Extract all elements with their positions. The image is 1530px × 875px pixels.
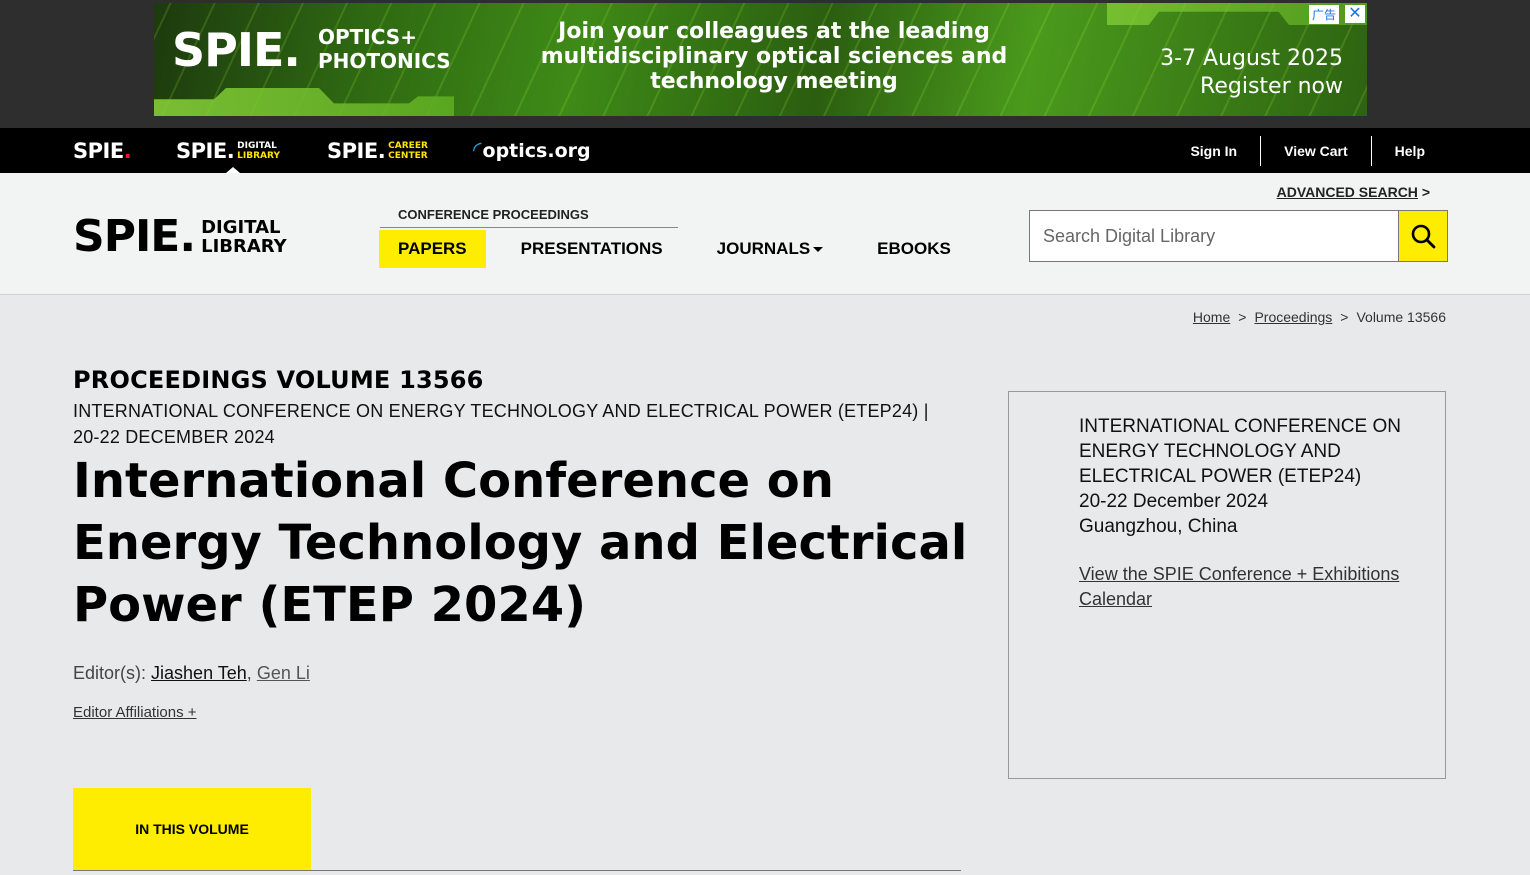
editors-label: Editor(s): — [73, 663, 147, 683]
breadcrumb-current: Volume 13566 — [1356, 309, 1446, 325]
page-title: International Conference on Energy Techn… — [73, 453, 968, 633]
ad-close-icon[interactable]: ✕ — [1345, 5, 1365, 23]
ad-cta: Register now — [1200, 74, 1343, 99]
ad-message: Join your colleagues at the leading mult… — [534, 19, 1014, 94]
caret-down-icon — [813, 247, 824, 253]
conference-name: INTERNATIONAL CONFERENCE ON ENERGY TECHN… — [1079, 416, 1401, 487]
conference-info-card: INTERNATIONAL CONFERENCE ON ENERGY TECHN… — [1008, 391, 1446, 779]
view-cart-link[interactable]: View Cart — [1260, 135, 1371, 166]
help-link[interactable]: Help — [1370, 135, 1448, 166]
digital-library-logo[interactable]: SPIE. DIGITAL LIBRARY — [73, 215, 287, 259]
breadcrumb: Home > Proceedings > Volume 13566 — [1192, 309, 1446, 325]
brand-optics-org[interactable]: ◜ optics.org — [473, 128, 591, 173]
ad-logo-sub: OPTICS+ PHOTONICS — [318, 25, 451, 73]
search-form — [1029, 210, 1448, 262]
ad-message-line: multidisciplinary optical sciences and — [540, 44, 1008, 69]
advanced-search-link[interactable]: ADVANCED SEARCH > — [1277, 184, 1430, 200]
conference-info: INTERNATIONAL CONFERENCE ON ENERGY TECHN… — [1079, 414, 1419, 539]
search-input[interactable] — [1029, 210, 1398, 262]
search-icon — [1411, 224, 1436, 249]
brand-word: SPIE. — [327, 138, 386, 163]
nav-ebooks[interactable]: EBOOKS — [858, 230, 970, 268]
nav-journals[interactable]: JOURNALS — [698, 230, 843, 268]
top-links: Sign In View Cart Help — [1167, 128, 1448, 173]
brand-digital-library[interactable]: SPIE. DIGITAL LIBRARY — [176, 128, 290, 173]
signal-arc-icon: ◜ — [473, 138, 482, 163]
conference-location: Guangzhou, China — [1079, 516, 1238, 537]
search-button[interactable] — [1398, 210, 1448, 262]
nav-papers[interactable]: PAPERS — [379, 230, 486, 268]
optics-logo: ◜ optics.org — [473, 138, 591, 163]
tab-in-this-volume[interactable]: IN THIS VOLUME — [73, 788, 311, 870]
ad-banner[interactable]: SPIE. OPTICS+ PHOTONICS Join your collea… — [154, 3, 1367, 116]
editor-link[interactable]: Jiashen Teh — [151, 663, 247, 683]
top-bar: SPIE. SPIE. DIGITAL LIBRARY SPIE. CAREER… — [0, 128, 1530, 173]
brand-spie-word: SPIE. — [73, 138, 132, 163]
conference-proceedings-label: CONFERENCE PROCEEDINGS — [380, 207, 678, 228]
breadcrumb-proceedings[interactable]: Proceedings — [1254, 309, 1332, 325]
calendar-link[interactable]: View the SPIE Conference + Exhibitions C… — [1079, 562, 1419, 612]
conference-dates: 20-22 December 2024 — [1079, 491, 1269, 512]
conference-subtitle: INTERNATIONAL CONFERENCE ON ENERGY TECHN… — [73, 401, 929, 447]
ad-badge[interactable]: 广告 — [1308, 5, 1339, 24]
ad-logo: SPIE. — [172, 23, 301, 77]
editors: Editor(s): Jiashen Teh, Gen Li — [73, 663, 310, 683]
brand-sub: CAREER CENTER — [388, 140, 428, 161]
breadcrumb-home[interactable]: Home — [1193, 309, 1230, 325]
logo-sub: DIGITAL LIBRARY — [201, 217, 287, 257]
tab-divider — [73, 870, 961, 871]
sign-in-link[interactable]: Sign In — [1167, 136, 1260, 166]
main-nav: PAPERS PRESENTATIONS JOURNALS EBOOKS — [379, 230, 970, 268]
ad-date: 3-7 August 2025 — [1160, 46, 1343, 71]
ad-logo-sub-line: PHOTONICS — [318, 49, 451, 73]
ad-logo-sub-line: OPTICS+ — [318, 25, 417, 49]
logo-word: SPIE. — [73, 211, 196, 262]
brand-career-center[interactable]: SPIE. CAREER CENTER — [327, 128, 428, 173]
brand-word: SPIE. — [176, 138, 235, 163]
site-header: SPIE. DIGITAL LIBRARY CONFERENCE PROCEED… — [0, 173, 1530, 295]
ad-date-cta: 3-7 August 2025 Register now — [1160, 45, 1343, 101]
brand-sub: DIGITAL LIBRARY — [237, 140, 280, 161]
editor-link[interactable]: Gen Li — [257, 663, 310, 683]
ad-message-line: Join your colleagues at the leading — [558, 19, 990, 44]
ad-message-line: technology meeting — [650, 69, 898, 94]
ad-banner-area: SPIE. OPTICS+ PHOTONICS Join your collea… — [0, 0, 1530, 128]
brand-spie[interactable]: SPIE. — [73, 128, 132, 173]
nav-presentations[interactable]: PRESENTATIONS — [502, 230, 682, 268]
editor-affiliations-toggle[interactable]: Editor Affiliations + — [73, 704, 197, 721]
volume-label: PROCEEDINGS VOLUME 13566 — [73, 366, 484, 394]
